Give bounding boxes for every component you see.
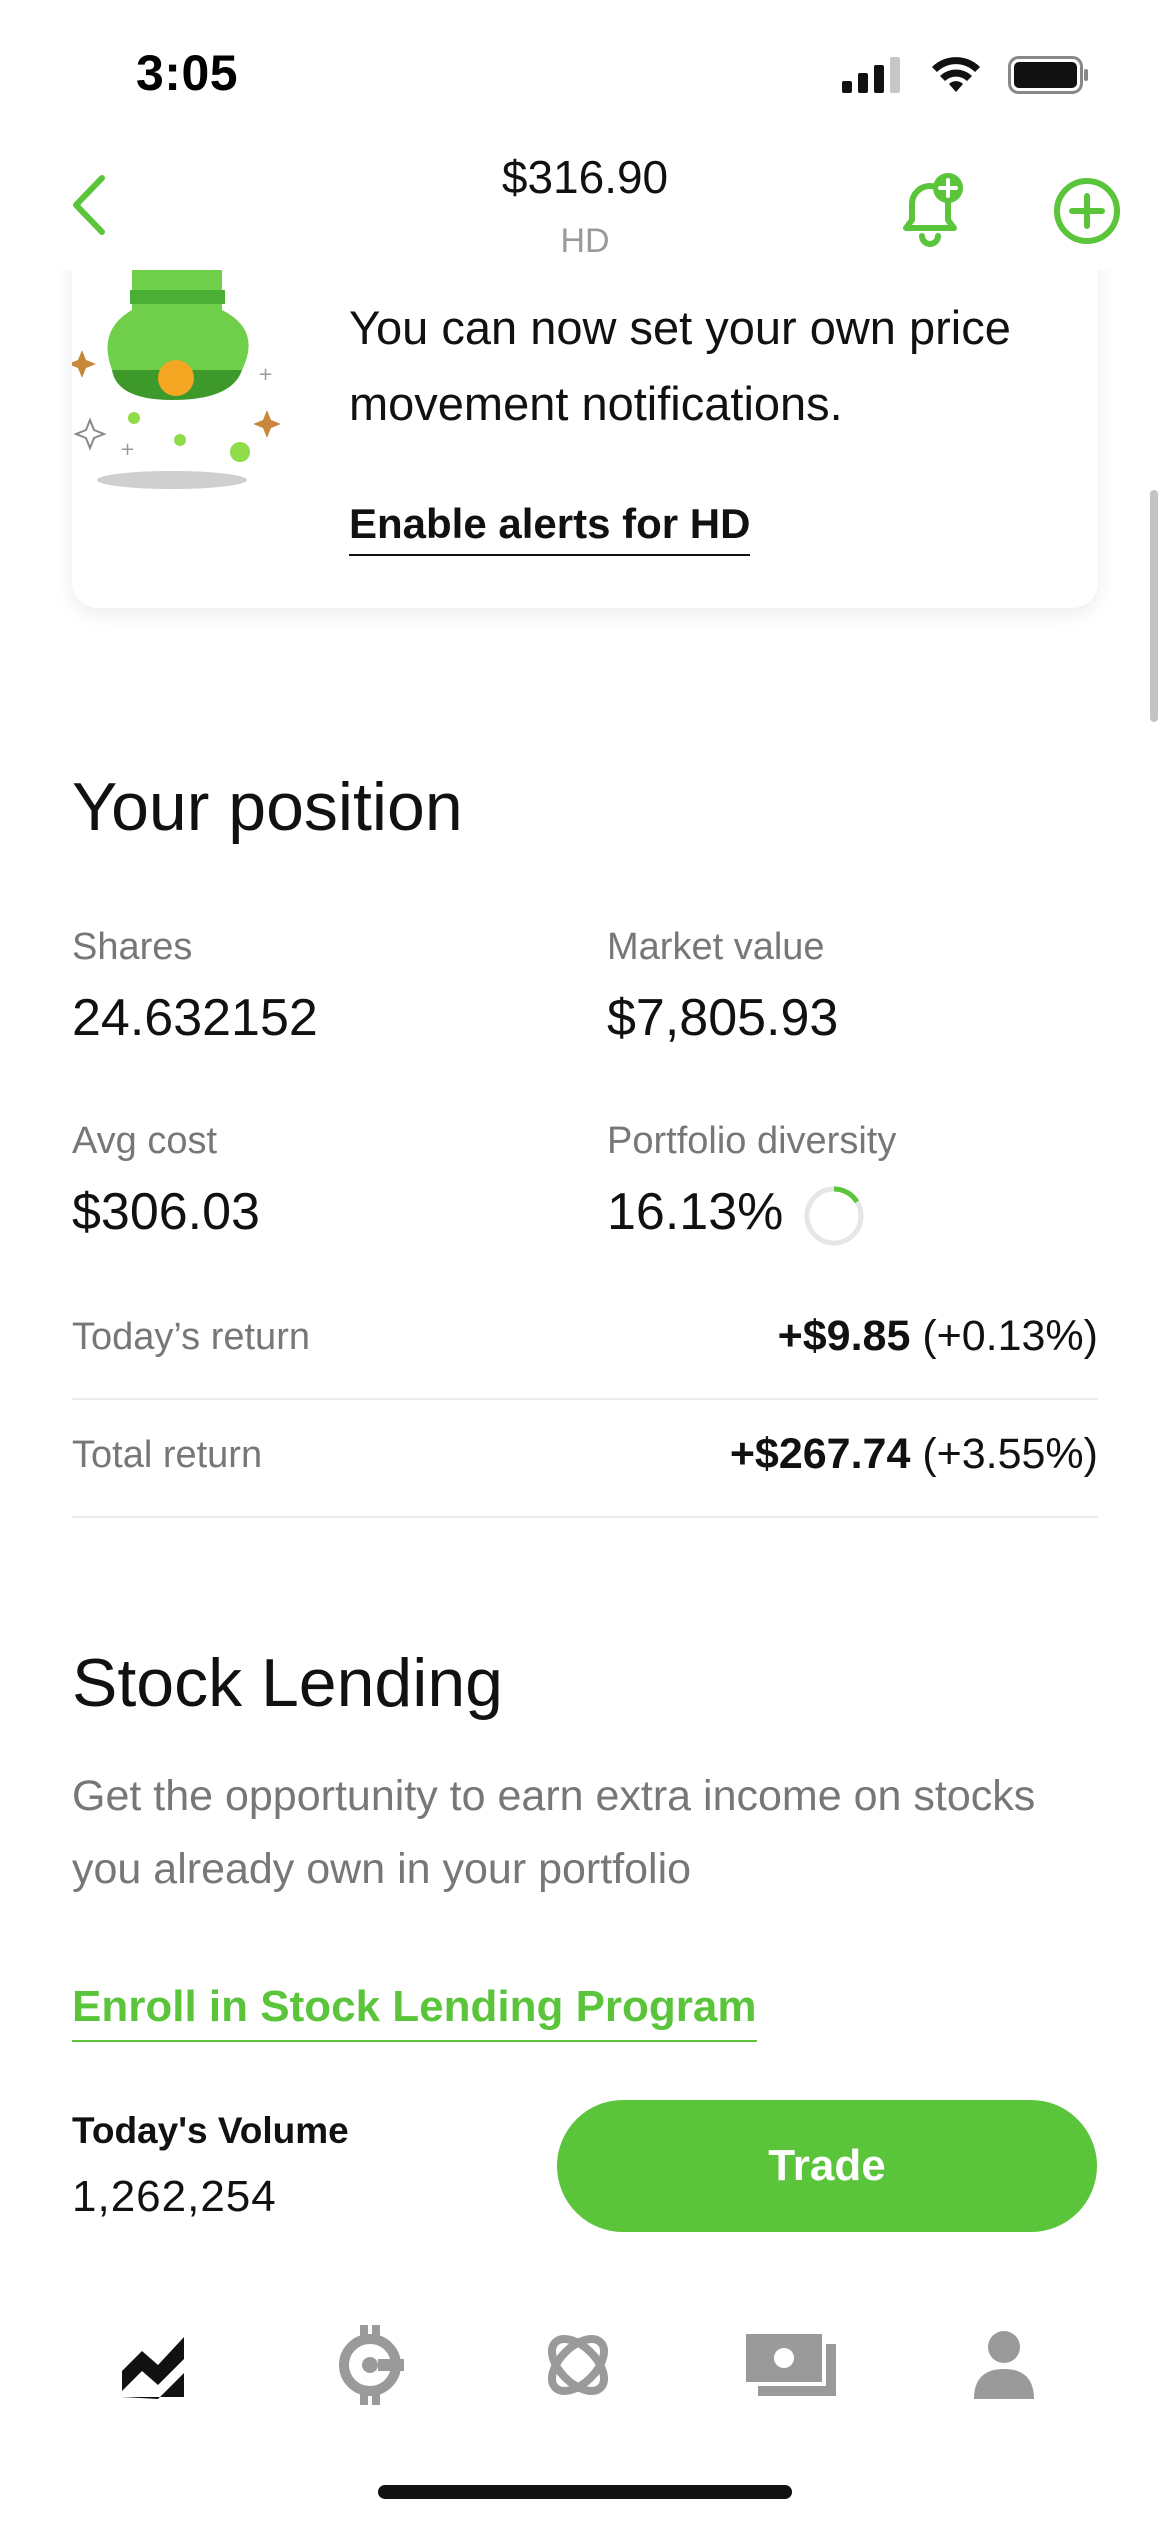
shares-label: Shares bbox=[72, 926, 193, 968]
portfolio-diversity-label: Portfolio diversity bbox=[607, 1120, 897, 1162]
market-value: $7,805.93 bbox=[607, 989, 839, 1047]
total-return-value: +$267.74 (+3.55%) bbox=[730, 1430, 1098, 1479]
header-ticker: HD bbox=[560, 222, 610, 260]
avg-cost-label: Avg cost bbox=[72, 1120, 218, 1162]
todays-return-value: +$9.85 (+0.13%) bbox=[778, 1312, 1098, 1361]
plus-circle-icon bbox=[1054, 178, 1120, 244]
volume-label: Today's Volume bbox=[72, 2110, 349, 2151]
scrollbar[interactable] bbox=[1150, 490, 1158, 722]
add-alert-button[interactable] bbox=[890, 170, 970, 250]
avg-cost-value: $306.03 bbox=[72, 1183, 260, 1241]
status-time: 3:05 bbox=[136, 45, 239, 101]
bell-illustration-icon: + + bbox=[72, 250, 292, 500]
enroll-lending-link[interactable]: Enroll in Stock Lending Program bbox=[72, 1982, 757, 2042]
diversity-ring bbox=[804, 1186, 864, 1246]
chart-icon bbox=[122, 2337, 184, 2399]
total-return-label: Total return bbox=[72, 1434, 263, 1476]
bitcoin-icon bbox=[339, 2325, 404, 2405]
trade-button[interactable]: Trade bbox=[557, 2100, 1097, 2232]
tab-investing[interactable] bbox=[104, 2320, 204, 2410]
tab-account[interactable] bbox=[954, 2320, 1054, 2410]
tab-bitcoin[interactable] bbox=[320, 2320, 420, 2410]
wifi-icon bbox=[932, 57, 980, 92]
tab-cash[interactable] bbox=[740, 2320, 840, 2410]
bottom-tab-bar bbox=[0, 2290, 1170, 2440]
shares-value: 24.632152 bbox=[72, 989, 318, 1047]
total-return-row: Total return +$267.74 (+3.55%) bbox=[72, 1400, 1098, 1518]
bell-plus-icon bbox=[903, 173, 963, 247]
todays-return-pct: (+0.13%) bbox=[922, 1312, 1098, 1360]
todays-return-row: Today’s return +$9.85 (+0.13%) bbox=[72, 1282, 1098, 1400]
top-header: $316.90 HD bbox=[0, 150, 1170, 270]
money-icon bbox=[742, 2330, 836, 2396]
portfolio-diversity-value: 16.13% bbox=[607, 1183, 784, 1241]
total-return-pct: (+3.55%) bbox=[922, 1430, 1098, 1478]
lending-title: Stock Lending bbox=[72, 1645, 503, 1721]
cellular-signal-icon bbox=[842, 57, 900, 93]
enable-alerts-link[interactable]: Enable alerts for HD bbox=[349, 500, 751, 556]
alert-card-text: You can now set your own price movement … bbox=[349, 301, 1011, 430]
position-title: Your position bbox=[72, 769, 463, 845]
todays-return-amount: +$9.85 bbox=[777, 1312, 911, 1360]
lending-description: Get the opportunity to earn extra income… bbox=[72, 1772, 1036, 1893]
header-price: $316.90 bbox=[501, 151, 669, 203]
status-bar: 3:05 bbox=[0, 0, 1170, 150]
battery-icon bbox=[1008, 56, 1088, 94]
profile-icon bbox=[974, 2331, 1034, 2399]
volume-value: 1,262,254 bbox=[72, 2172, 277, 2221]
status-icons bbox=[842, 56, 1090, 94]
discover-icon bbox=[548, 2335, 608, 2395]
todays-return-label: Today’s return bbox=[72, 1316, 310, 1358]
tab-discover[interactable] bbox=[528, 2320, 628, 2410]
market-value-label: Market value bbox=[607, 926, 825, 968]
home-indicator bbox=[378, 2485, 792, 2499]
total-return-amount: +$267.74 bbox=[729, 1430, 911, 1478]
svg-text:+: + bbox=[120, 439, 135, 460]
svg-text:+: + bbox=[258, 364, 273, 385]
add-to-list-button[interactable] bbox=[1052, 176, 1122, 246]
